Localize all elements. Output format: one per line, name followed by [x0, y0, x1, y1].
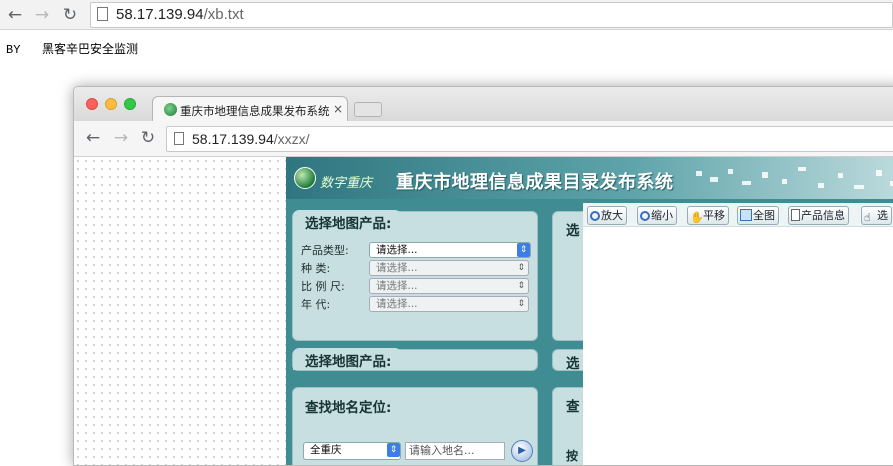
- year-select[interactable]: 请选择... ⇕: [369, 296, 529, 312]
- outer-address-bar[interactable]: 58.17.139.94/xb.txt: [90, 2, 893, 28]
- outer-url-path: /xb.txt: [203, 6, 244, 23]
- panel-title: 查找地名定位:: [293, 394, 402, 416]
- zoom-in-icon: [590, 211, 600, 221]
- inner-reload-icon[interactable]: ↻: [137, 127, 159, 149]
- reload-icon[interactable]: ↻: [59, 4, 81, 26]
- select-arrow-icon: ⇕: [387, 443, 400, 457]
- inner-tab-title: 重庆市地理信息成果发布系统: [180, 104, 330, 118]
- banner-decoration: [710, 177, 718, 182]
- inner-browser-window: 重庆市地理信息成果发布系统 × ← → ↻ 58.17.139.94/xxzx/…: [73, 86, 893, 466]
- full-extent-icon: [740, 209, 752, 221]
- pan-button[interactable]: ✋平移: [687, 206, 729, 225]
- outer-url-host: 58.17.139.94: [116, 6, 204, 23]
- year-label: 年 代:: [301, 298, 331, 311]
- scale-select[interactable]: 请选择... ⇕: [369, 278, 529, 294]
- place-search-panel: 查找地名定位: 全重庆 ⇕ 请输入地名... ▶: [292, 387, 538, 465]
- region-select[interactable]: 全重庆 ⇕: [303, 442, 401, 460]
- product-type-label: 产品类型:: [301, 244, 349, 257]
- banner-decoration: [696, 171, 702, 176]
- logo-text: 数字重庆: [320, 176, 373, 191]
- select-arrow-icon: ⇕: [517, 243, 530, 257]
- banner-decoration: [728, 169, 733, 174]
- product-type-select[interactable]: 请选择... ⇕: [369, 242, 531, 258]
- minimize-window-icon[interactable]: [105, 98, 117, 110]
- site-title: 重庆市地理信息成果目录发布系统: [396, 172, 674, 193]
- inner-browser-toolbar: ← → ↻ 58.17.139.94/xxzx/: [74, 121, 893, 157]
- zoom-in-button[interactable]: 放大: [587, 206, 627, 225]
- side-title: 选: [566, 223, 580, 239]
- map-canvas[interactable]: [583, 203, 893, 465]
- inner-titlebar: 重庆市地理信息成果发布系统 ×: [74, 87, 893, 122]
- product-info-button[interactable]: 产品信息: [788, 206, 849, 225]
- side-title: 选: [566, 356, 580, 372]
- zoom-out-icon: [640, 211, 650, 221]
- document-icon: [791, 209, 800, 221]
- hand-icon: ✋: [690, 211, 704, 224]
- banner-decoration: [798, 167, 806, 171]
- banner-decoration: [742, 181, 751, 185]
- map-product-panel: 选择地图产品: 产品类型: 请选择... ⇕ 种 类: 请选择... ⇕ 比 例 尺…: [292, 210, 538, 341]
- banner-decoration: [876, 170, 882, 176]
- category-select[interactable]: 请选择... ⇕: [369, 260, 529, 276]
- banner-decoration: [762, 172, 768, 178]
- forward-arrow-icon[interactable]: →: [31, 4, 53, 26]
- pointer-icon: ☝: [864, 211, 871, 224]
- banner-decoration: [854, 185, 864, 189]
- panel-title: 选择地图产品:: [293, 210, 402, 232]
- site-favicon-icon: [164, 103, 177, 116]
- side-title: 按: [566, 449, 579, 463]
- inner-forward-arrow-icon[interactable]: →: [110, 127, 132, 149]
- gis-system-page: 数字重庆 重庆市地理信息成果目录发布系统 选择地图产品: 产品类型: 请选择..…: [286, 157, 893, 465]
- side-title: 查: [566, 399, 580, 415]
- page-icon: [97, 7, 108, 21]
- select-arrow-icon: ⇕: [517, 299, 525, 309]
- select-button[interactable]: ☝ 选: [861, 206, 892, 225]
- page-text: BY 黑客辛巴安全监测: [6, 43, 139, 57]
- select-arrow-icon: ⇕: [517, 263, 525, 273]
- map-toolbar: 放大 缩小 ✋平移 全图 产品信息 ☝ 选: [583, 203, 893, 227]
- panel-title: 选择地图产品:: [293, 348, 402, 370]
- site-banner: 数字重庆 重庆市地理信息成果目录发布系统: [286, 157, 893, 199]
- inner-back-arrow-icon[interactable]: ←: [82, 127, 104, 149]
- maximize-window-icon[interactable]: [124, 98, 136, 110]
- close-window-icon[interactable]: [86, 98, 98, 110]
- site-logo-icon: [294, 167, 316, 189]
- category-label: 种 类:: [301, 262, 331, 275]
- inner-url-host: 58.17.139.94: [192, 131, 274, 147]
- outer-browser-toolbar: ← → ↻ 58.17.139.94/xb.txt: [0, 0, 893, 30]
- scale-label: 比 例 尺:: [301, 280, 345, 293]
- tab-close-icon[interactable]: ×: [333, 102, 343, 116]
- select-arrow-icon: ⇕: [517, 281, 525, 291]
- inner-page-icon: [174, 132, 184, 145]
- new-tab-button[interactable]: [354, 102, 382, 117]
- place-search-input[interactable]: 请输入地名...: [405, 442, 505, 460]
- zoom-out-button[interactable]: 缩小: [637, 206, 677, 225]
- inner-url-path: /xxzx/: [273, 131, 310, 147]
- inner-tab[interactable]: 重庆市地理信息成果发布系统 ×: [152, 96, 348, 122]
- back-arrow-icon[interactable]: ←: [4, 4, 26, 26]
- dotted-background: [74, 157, 286, 465]
- banner-decoration: [782, 179, 787, 184]
- inner-address-bar[interactable]: 58.17.139.94/xxzx/: [166, 126, 893, 152]
- banner-decoration: [818, 183, 824, 188]
- full-extent-button[interactable]: 全图: [737, 206, 779, 225]
- map-product-panel-2[interactable]: 选择地图产品:: [292, 348, 538, 371]
- banner-decoration: [838, 173, 843, 178]
